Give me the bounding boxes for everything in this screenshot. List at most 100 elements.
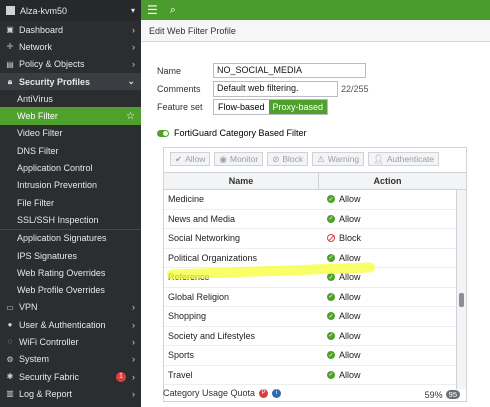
- quota-label: Category Usage Quota: [163, 388, 256, 398]
- category-name: Society and Lifestyles: [168, 330, 256, 341]
- button-label: Monitor: [229, 154, 259, 164]
- table-header: Name Action: [164, 173, 466, 190]
- sidebar-item-user-auth[interactable]: ● User & Authentication ›: [0, 316, 141, 333]
- sidebar-sub-label: DNS Filter: [17, 145, 59, 156]
- sidebar-item-policy[interactable]: ▤ Policy & Objects ›: [0, 56, 141, 73]
- wifi-icon: ◌: [7, 337, 13, 347]
- table-row[interactable]: Shopping ✓ Allow: [164, 307, 466, 327]
- fabric-icon: ✱: [6, 372, 14, 382]
- sidebar-sub-web-filter[interactable]: Web Filter ☆: [0, 107, 141, 125]
- category-action: ✓ Allow: [319, 311, 456, 321]
- sidebar-item-dashboard[interactable]: ▣ Dashboard ›: [0, 21, 141, 38]
- action-label: Allow: [339, 213, 361, 224]
- authenticate-button[interactable]: 👤︎ Authenticate: [368, 152, 440, 166]
- name-label: Name: [157, 65, 182, 76]
- column-header-name[interactable]: Name: [164, 173, 319, 189]
- sidebar-sub-web-profile-overrides[interactable]: Web Profile Overrides: [0, 281, 141, 298]
- table-row[interactable]: Sports ✓ Allow: [164, 346, 466, 366]
- button-label: Warning: [327, 154, 360, 164]
- warning-icon: ⚠: [317, 153, 325, 164]
- policy-icon: ▤: [6, 59, 14, 69]
- table-row[interactable]: Medicine ✓ Allow: [164, 190, 466, 210]
- action-label: Allow: [339, 330, 361, 341]
- comments-label: Comments: [157, 83, 201, 94]
- table-row[interactable]: News and Media ✓ Allow: [164, 210, 466, 229]
- sidebar-item-label: Policy & Objects: [19, 59, 85, 70]
- star-icon[interactable]: ☆: [126, 111, 135, 122]
- sidebar-sub-web-rating-overrides[interactable]: Web Rating Overrides: [0, 264, 141, 281]
- block-button[interactable]: ⊘ Block: [267, 152, 309, 166]
- check-circle-icon: ✓: [327, 253, 335, 262]
- block-icon: ⊘: [272, 153, 280, 164]
- action-toolbar: ✔ Allow ◉ Monitor ⊘ Block ⚠ Warning 👤︎ Authen…: [164, 148, 466, 170]
- sidebar-item-vpn[interactable]: ▭ VPN ›: [0, 299, 141, 316]
- sidebar-item-label: Security Profiles: [19, 76, 91, 87]
- info-icon[interactable]: i: [272, 388, 282, 398]
- main-content: Edit Web Filter Profile Name NO_SOCIAL_M…: [141, 20, 490, 407]
- user-icon: ●: [7, 320, 13, 330]
- sidebar-item-log-report[interactable]: ▥ Log & Report ›: [0, 385, 141, 402]
- sidebar-sub-file-filter[interactable]: File Filter: [0, 194, 141, 211]
- gear-icon: ⚙: [6, 354, 14, 364]
- check-circle-icon: ✓: [327, 312, 335, 321]
- table-row[interactable]: Social Networking Block: [164, 229, 466, 249]
- table-row[interactable]: Global Religion ✓ Allow: [164, 288, 466, 307]
- action-label: Allow: [339, 311, 361, 322]
- name-input[interactable]: NO_SOCIAL_MEDIA: [213, 63, 366, 78]
- sidebar-sub-ssl-inspection[interactable]: SSL/SSH Inspection: [0, 211, 141, 228]
- sidebar-sub-dns-filter[interactable]: DNS Filter: [0, 142, 141, 159]
- sidebar-item-system[interactable]: ⚙ System ›: [0, 351, 141, 368]
- report-icon: ▥: [6, 389, 14, 399]
- sidebar-sub-application-signatures[interactable]: Application Signatures: [0, 230, 141, 247]
- button-label: Block: [282, 154, 304, 164]
- sidebar-sub-antivirus[interactable]: AntiVirus: [0, 90, 141, 107]
- sidebar-item-network[interactable]: ✛ Network ›: [0, 38, 141, 55]
- device-selector[interactable]: Alza-kvm50 ▾: [0, 0, 141, 21]
- sidebar-sub-intrusion-prevention[interactable]: Intrusion Prevention: [0, 177, 141, 194]
- sidebar-sub-label: Web Rating Overrides: [17, 267, 106, 278]
- action-label: Allow: [339, 350, 361, 361]
- scrollbar[interactable]: [456, 190, 466, 389]
- button-label: Allow: [185, 154, 206, 164]
- feature-set-toggle: Flow-based Proxy-based: [213, 98, 329, 115]
- proxy-based-option[interactable]: Proxy-based: [268, 99, 328, 114]
- sidebar-item-label: VPN: [19, 302, 38, 313]
- category-name: Medicine: [168, 194, 205, 205]
- category-table: Name Action Medicine ✓ Allow News and Media…: [164, 172, 466, 389]
- sidebar-item-label: Security Fabric: [19, 371, 80, 382]
- category-name: News and Media: [168, 213, 236, 224]
- warning-button[interactable]: ⚠ Warning: [312, 152, 365, 166]
- feature-set-label: Feature set: [157, 101, 203, 112]
- category-name: Global Religion: [168, 291, 230, 302]
- category-action: ✓ Allow: [319, 370, 456, 380]
- sidebar-sub-video-filter[interactable]: Video Filter: [0, 125, 141, 142]
- sidebar-item-security-profiles[interactable]: 🔒︎ Security Profiles ⌄: [0, 72, 141, 91]
- eye-icon: ◉: [219, 153, 227, 164]
- sidebar-sub-label: Intrusion Prevention: [17, 180, 98, 191]
- sidebar-item-security-fabric[interactable]: ✱ Security Fabric 1 ›: [0, 368, 141, 385]
- fortiguard-toggle[interactable]: [157, 129, 169, 137]
- sidebar-item-label: System: [19, 354, 50, 365]
- table-row[interactable]: Travel ✓ Allow: [164, 366, 466, 385]
- chevron-right-icon: ›: [132, 371, 135, 382]
- category-name: Political Organizations: [168, 252, 258, 263]
- scrollbar-thumb[interactable]: [459, 293, 464, 307]
- chevron-right-icon: ›: [132, 41, 135, 52]
- hamburger-menu-icon[interactable]: ☰: [147, 3, 158, 17]
- sidebar-item-wifi[interactable]: ◌ WiFi Controller ›: [0, 333, 141, 350]
- comments-textarea[interactable]: Default web filtering.: [213, 80, 338, 97]
- sidebar-sub-application-control[interactable]: Application Control: [0, 159, 141, 176]
- sidebar-sub-ips-signatures[interactable]: IPS Signatures: [0, 247, 141, 264]
- monitor-button[interactable]: ◉ Monitor: [214, 152, 264, 166]
- category-name: Sports: [168, 350, 195, 361]
- allow-button[interactable]: ✔ Allow: [170, 152, 211, 166]
- chevron-down-icon: ▾: [130, 6, 135, 15]
- flow-based-option[interactable]: Flow-based: [214, 100, 269, 114]
- action-label: Block: [339, 233, 362, 244]
- column-header-action[interactable]: Action: [319, 173, 456, 189]
- search-icon[interactable]: ⌕: [170, 4, 176, 17]
- table-row[interactable]: Society and Lifestyles ✓ Allow: [164, 327, 466, 346]
- check-circle-icon: ✓: [327, 214, 335, 223]
- dashboard-icon: ▣: [6, 25, 14, 35]
- category-filter-panel: ✔ Allow ◉ Monitor ⊘ Block ⚠ Warning 👤︎ Authen…: [163, 147, 467, 402]
